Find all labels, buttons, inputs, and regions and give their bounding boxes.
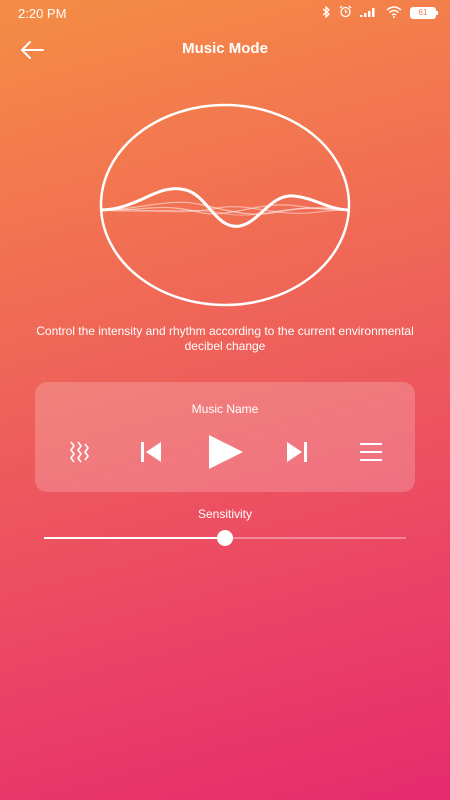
sound-wave-icon xyxy=(99,103,351,307)
play-icon xyxy=(205,434,245,475)
header: Music Mode xyxy=(0,30,450,70)
slider-fill xyxy=(44,537,225,539)
slider-thumb[interactable] xyxy=(217,530,233,546)
sensitivity-slider[interactable] xyxy=(44,528,406,548)
next-button[interactable] xyxy=(279,434,315,474)
sound-wave-visualizer xyxy=(98,102,352,308)
page-title: Music Mode xyxy=(182,40,268,57)
sensitivity-label: Sensitivity xyxy=(197,507,253,521)
track-name: Music Name xyxy=(191,402,259,416)
playlist-icon xyxy=(358,440,384,469)
wifi-icon xyxy=(386,5,402,21)
status-icons: 61 xyxy=(322,4,438,21)
mode-description: Control the intensity and rhythm accordi… xyxy=(36,324,414,353)
status-bar: 2:20 PM 61 xyxy=(0,0,450,26)
mode-button[interactable] xyxy=(61,434,97,474)
bluetooth-icon xyxy=(322,4,331,21)
battery-indicator: 61 xyxy=(410,7,438,19)
status-time: 2:20 PM xyxy=(18,5,67,21)
mode-icon xyxy=(66,439,92,470)
play-button[interactable] xyxy=(201,434,249,474)
playlist-button[interactable] xyxy=(353,434,389,474)
player-card: Music Name xyxy=(35,382,415,492)
previous-icon xyxy=(138,440,164,469)
cell-signal-icon xyxy=(360,6,378,20)
previous-button[interactable] xyxy=(133,434,169,474)
next-icon xyxy=(284,440,310,469)
alarm-icon xyxy=(339,5,352,21)
